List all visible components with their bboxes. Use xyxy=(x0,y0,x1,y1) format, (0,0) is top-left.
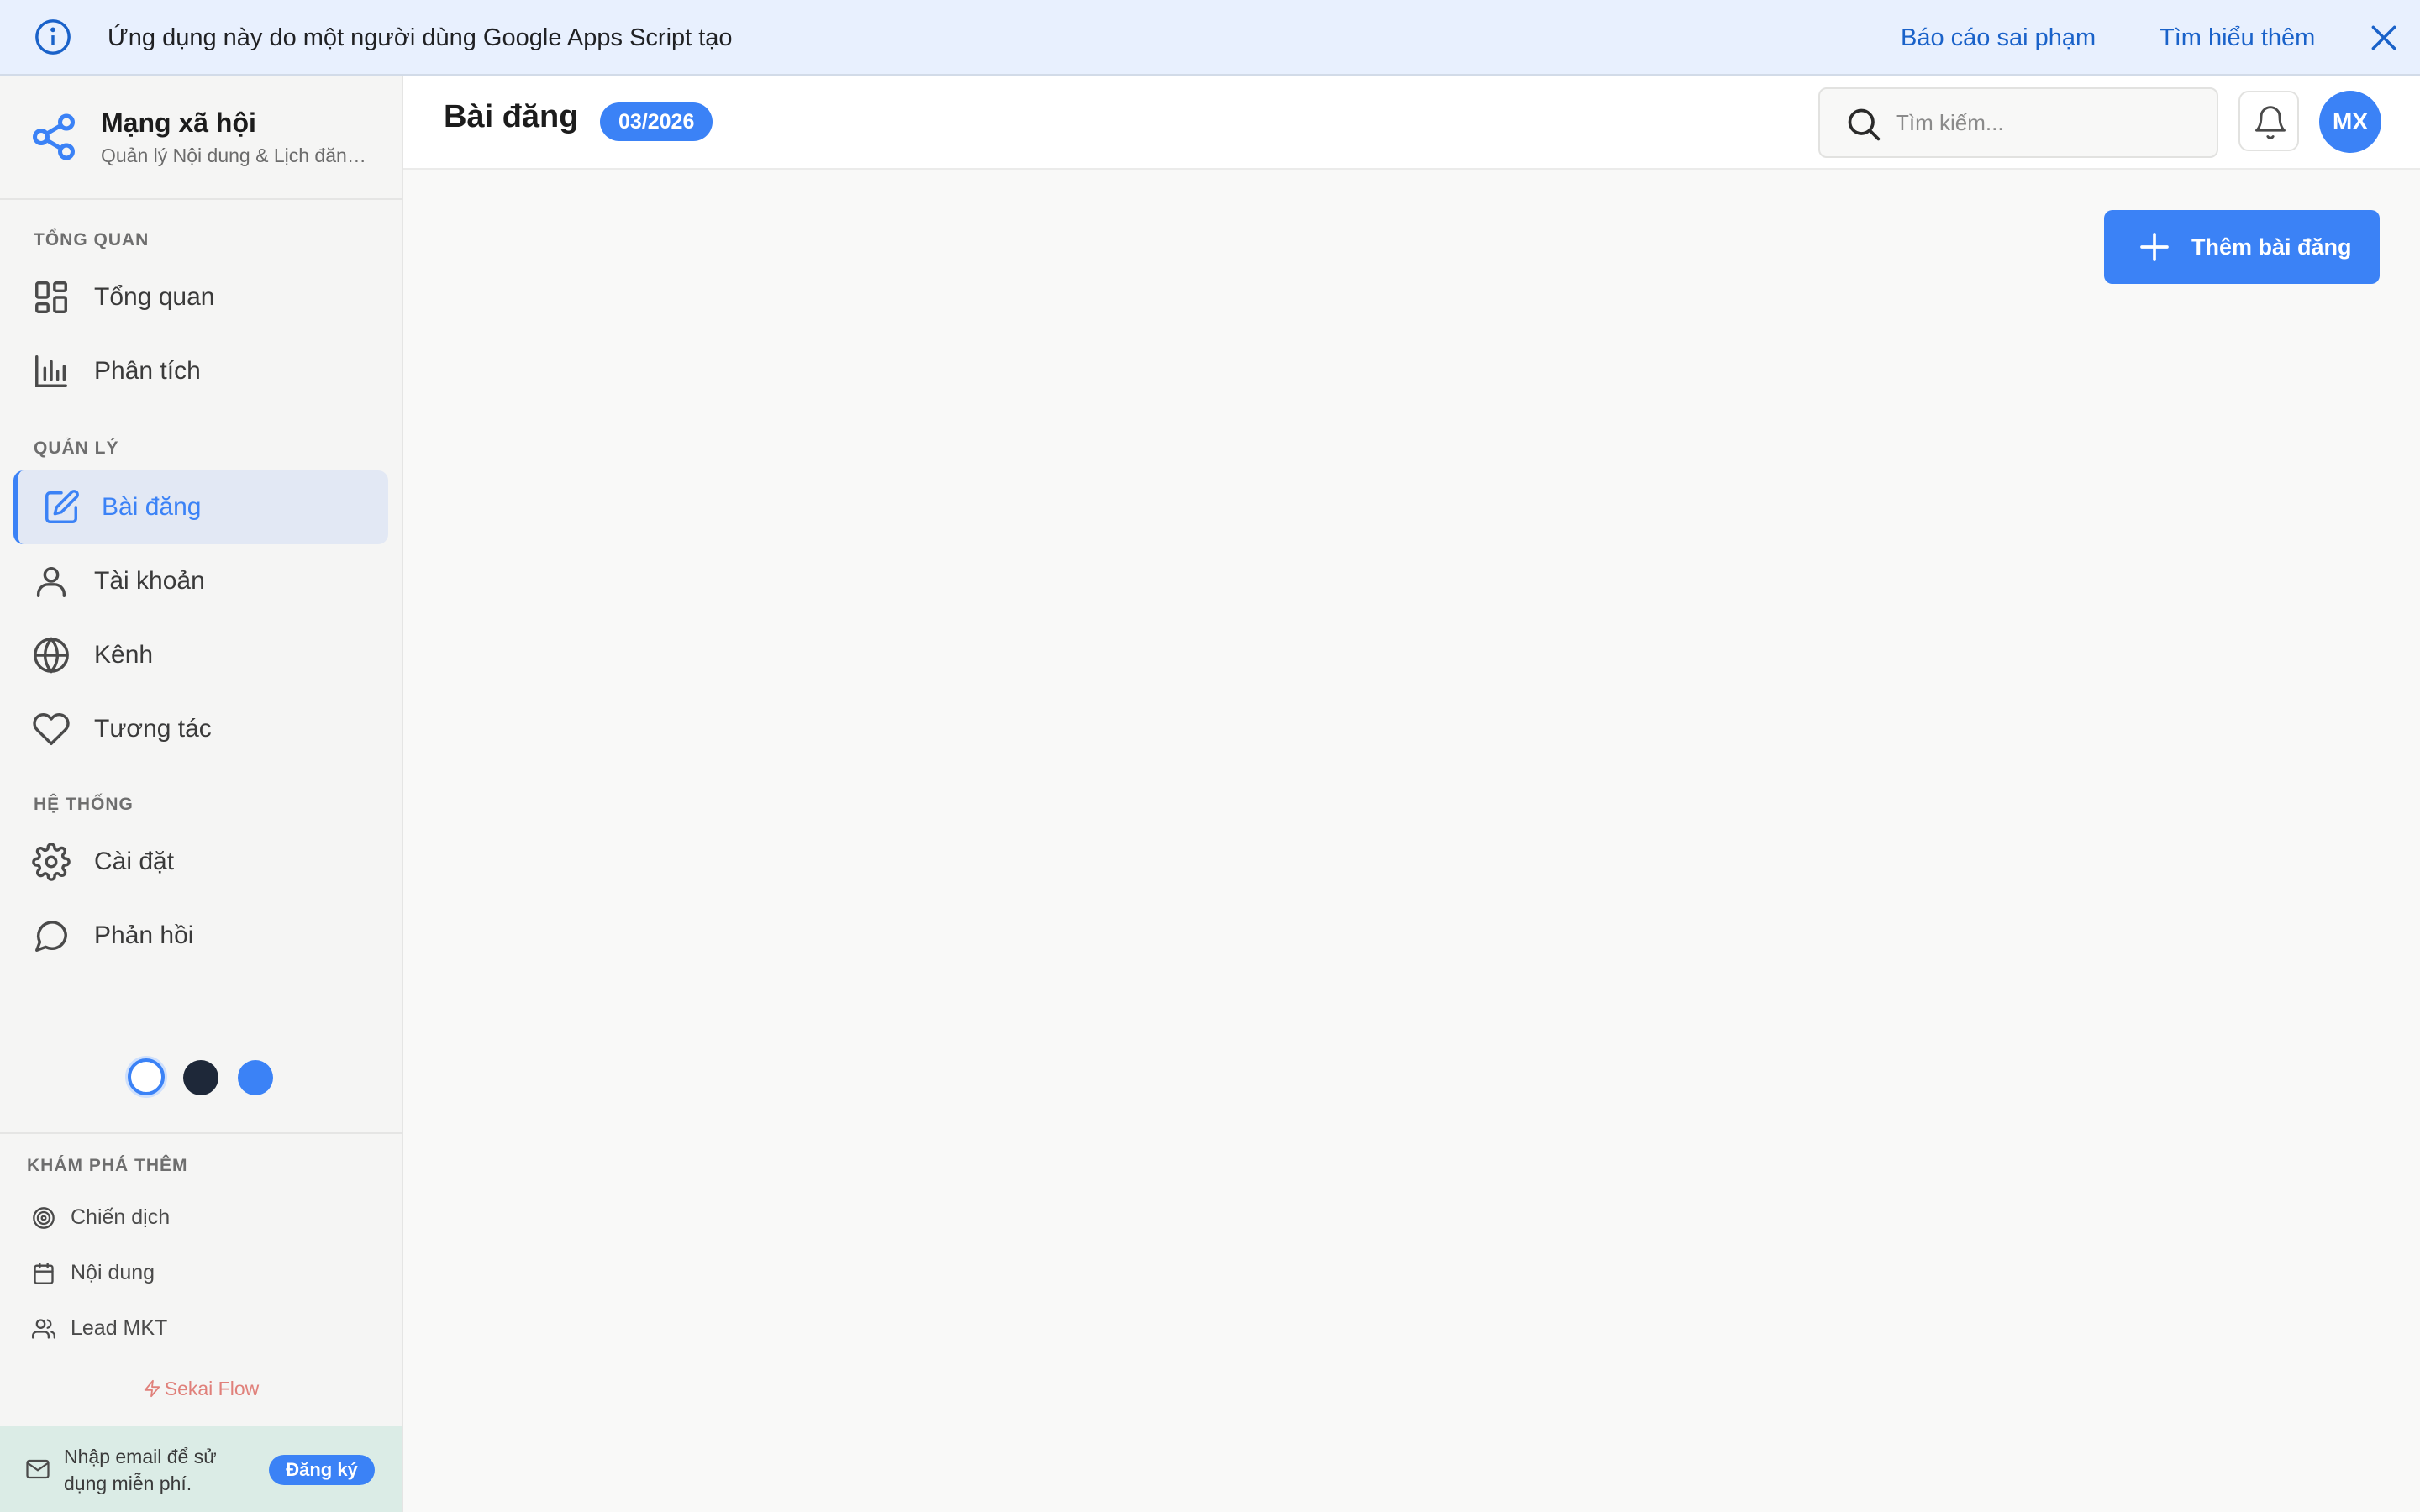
sidebar-item-overview[interactable]: Tổng quan xyxy=(13,260,388,334)
close-icon[interactable] xyxy=(2368,22,2400,54)
page-header: Bài đăng 03/2026 MX xyxy=(403,76,2420,170)
lightning-icon xyxy=(144,1379,160,1398)
theme-blue-swatch[interactable] xyxy=(238,1060,273,1095)
search-icon xyxy=(1848,108,1881,141)
grid-icon xyxy=(35,281,67,313)
learn-more-link[interactable]: Tìm hiểu thêm xyxy=(2160,0,2315,76)
heart-icon xyxy=(33,713,70,745)
theme-dark-swatch[interactable] xyxy=(183,1060,218,1095)
target-icon xyxy=(33,1207,55,1229)
signup-text: Nhập email để sử dụng miễn phí. xyxy=(64,1446,217,1494)
period-badge: 03/2026 xyxy=(600,102,713,141)
add-post-label: Thêm bài đăng xyxy=(2191,234,2352,260)
sidebar-item-label: Tài khoản xyxy=(94,567,205,595)
apps-script-banner: Ứng dụng này do một người dùng Google Ap… xyxy=(0,0,2420,76)
notifications-button[interactable] xyxy=(2238,91,2299,151)
user-icon xyxy=(36,566,66,597)
bell-icon xyxy=(2255,106,2286,139)
sidebar-item-channels[interactable]: Kênh xyxy=(13,618,388,692)
add-post-button[interactable]: Thêm bài đăng xyxy=(2104,210,2380,284)
bar-chart-icon xyxy=(35,355,67,387)
explore-item-campaigns[interactable]: Chiến dịch xyxy=(27,1196,363,1238)
avatar[interactable]: MX xyxy=(2319,91,2381,153)
explore-item-label: Lead MKT xyxy=(71,1316,168,1340)
sidebar-item-analytics[interactable]: Phân tích xyxy=(13,334,388,408)
app-name: Mạng xã hội xyxy=(101,108,256,138)
banner-message: Ứng dụng này do một người dùng Google Ap… xyxy=(108,24,733,51)
section-label-system: HỆ THỐNG xyxy=(34,795,134,814)
mail-icon xyxy=(26,1459,50,1479)
share-icon xyxy=(33,113,75,160)
page-title: Bài đăng xyxy=(444,99,579,134)
edit-icon xyxy=(45,490,79,523)
explore-item-label: Chiến dịch xyxy=(71,1205,171,1229)
app-subtitle: Quản lý Nội dung & Lịch đăng bài xyxy=(101,144,370,166)
report-abuse-link[interactable]: Báo cáo sai phạm xyxy=(1901,0,2096,76)
sidebar-item-accounts[interactable]: Tài khoản xyxy=(13,544,388,618)
sidebar-item-label: Kênh xyxy=(94,641,154,669)
sidebar-item-label: Phân tích xyxy=(94,357,201,385)
sidebar-item-posts[interactable]: Bài đăng xyxy=(13,470,388,544)
brand[interactable]: Mạng xã hội Quản lý Nội dung & Lịch đăng… xyxy=(0,76,402,200)
calendar-icon xyxy=(34,1263,54,1284)
explore-section-label: KHÁM PHÁ THÊM xyxy=(27,1156,188,1175)
explore-item-lead-mkt[interactable]: Lead MKT xyxy=(27,1307,363,1349)
sidebar: Mạng xã hội Quản lý Nội dung & Lịch đăng… xyxy=(0,76,403,1512)
divider xyxy=(0,1132,402,1134)
sidebar-item-settings[interactable]: Cài đặt xyxy=(13,825,388,899)
plus-icon xyxy=(2140,233,2169,261)
sidebar-item-feedback[interactable]: Phản hồi xyxy=(13,899,388,973)
signup-bar: Nhập email để sử dụng miễn phí. Đăng ký xyxy=(0,1426,402,1512)
signup-button[interactable]: Đăng ký xyxy=(269,1455,375,1485)
theme-light-swatch[interactable] xyxy=(128,1058,165,1095)
explore-item-label: Nội dung xyxy=(71,1261,155,1284)
gear-icon xyxy=(32,843,71,881)
powered-by-link[interactable]: Sekai Flow xyxy=(0,1378,402,1400)
sidebar-item-label: Tương tác xyxy=(94,715,212,743)
chat-icon xyxy=(35,921,67,952)
search-box[interactable] xyxy=(1818,87,2218,158)
section-label-manage: QUẢN LÝ xyxy=(34,438,119,458)
explore-item-content[interactable]: Nội dung xyxy=(27,1252,363,1294)
sidebar-item-engagement[interactable]: Tương tác xyxy=(13,692,388,766)
sidebar-item-label: Tổng quan xyxy=(94,283,215,311)
sidebar-item-label: Cài đặt xyxy=(94,848,175,875)
powered-by-label: Sekai Flow xyxy=(164,1378,260,1399)
globe-icon xyxy=(34,637,69,674)
sidebar-item-label: Bài đăng xyxy=(102,493,202,521)
users-icon xyxy=(32,1319,55,1339)
info-icon xyxy=(35,19,71,55)
sidebar-item-label: Phản hồi xyxy=(94,921,194,949)
search-input[interactable] xyxy=(1896,89,2207,156)
section-label-overview: TỔNG QUAN xyxy=(34,230,150,249)
